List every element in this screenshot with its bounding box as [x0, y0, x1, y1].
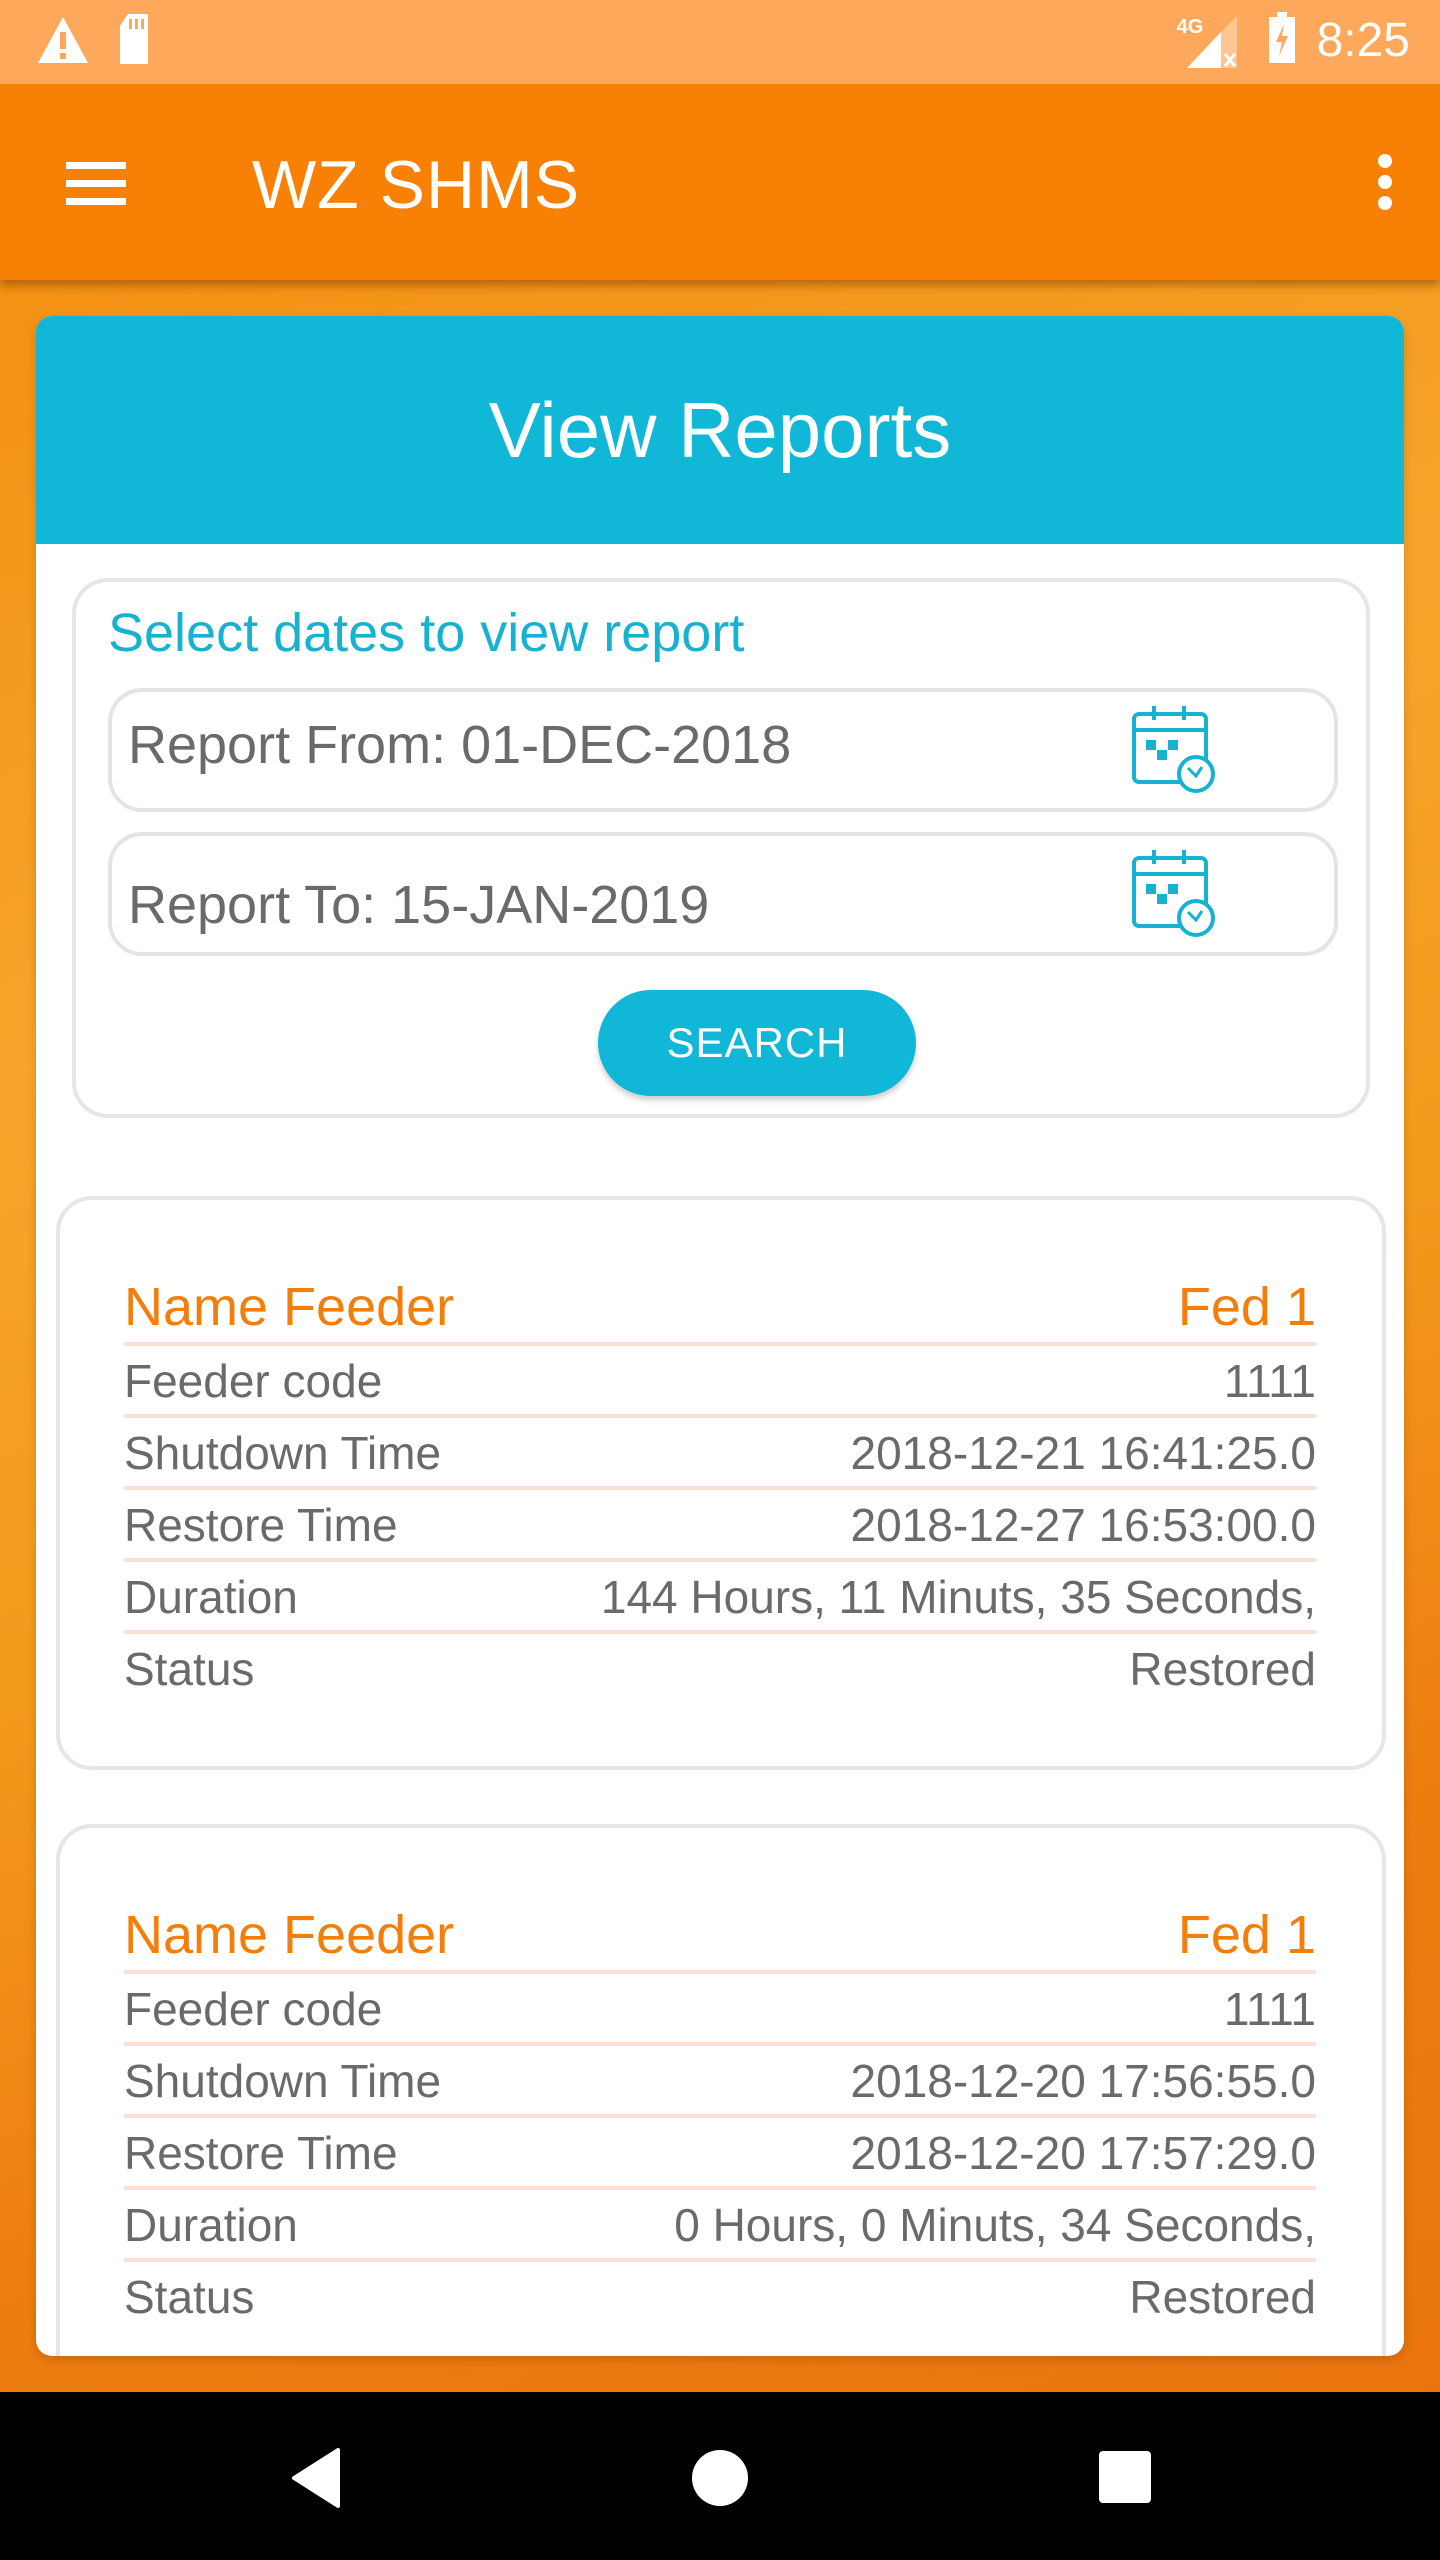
view-reports-card: View Reports Select dates to view report…	[36, 316, 1404, 2356]
row-divider	[124, 1558, 1316, 1562]
row-divider	[124, 2114, 1316, 2118]
restore-time-row: Restore Time 2018-12-20 17:57:29.0	[124, 2126, 1316, 2180]
row-label: Status	[124, 2271, 255, 2323]
warning-icon	[36, 15, 90, 70]
card-header: View Reports	[36, 316, 1404, 544]
report-to-value: Report To: 15-JAN-2019	[128, 875, 710, 935]
page-title: View Reports	[488, 385, 952, 474]
row-value: 1111	[1223, 1355, 1316, 1407]
shutdown-time-row: Shutdown Time 2018-12-20 17:56:55.0	[124, 2054, 1316, 2108]
date-panel-title: Select dates to view report	[108, 603, 745, 663]
row-value: 144 Hours, 11 Minuts, 35 Seconds,	[600, 1571, 1316, 1623]
more-vert-icon[interactable]	[1370, 154, 1400, 224]
row-divider	[124, 1414, 1316, 1418]
row-label: Status	[124, 1643, 255, 1695]
status-badge: Restored	[1129, 2271, 1316, 2323]
status-badge: Restored	[1129, 1643, 1316, 1695]
battery-charging-icon	[1268, 11, 1295, 69]
report-from-field[interactable]: Report From: 01-DEC-2018	[108, 688, 1338, 812]
row-divider	[124, 1970, 1316, 1974]
row-divider	[124, 1342, 1316, 1346]
feeder-name-label: Name Feeder	[124, 1905, 455, 1965]
date-selection-panel: Select dates to view report Report From:…	[72, 578, 1370, 1118]
row-label: Duration	[124, 2199, 298, 2251]
row-label: Duration	[124, 1571, 298, 1623]
row-divider	[124, 2186, 1316, 2190]
feeder-name-value: Fed 1	[1177, 1905, 1316, 1965]
feeder-name-value: Fed 1	[1177, 1277, 1316, 1337]
duration-row: Duration 0 Hours, 0 Minuts, 34 Seconds,	[124, 2198, 1316, 2252]
feeder-name-label: Name Feeder	[124, 1277, 455, 1337]
row-label: Feeder code	[124, 1355, 383, 1407]
row-label: Restore Time	[124, 1499, 398, 1551]
report-from-value: Report From: 01-DEC-2018	[128, 715, 792, 775]
sd-card-icon	[118, 14, 150, 71]
status-bar: 4G 8:25	[0, 0, 1440, 84]
recents-icon[interactable]	[1098, 2450, 1152, 2509]
signal-no-data-icon: 4G	[1177, 10, 1247, 70]
app-title: WZ SHMS	[252, 147, 581, 223]
back-icon[interactable]	[288, 2448, 344, 2513]
row-label: Shutdown Time	[124, 1427, 442, 1479]
clock: 8:25	[1316, 13, 1410, 67]
row-divider	[124, 2258, 1316, 2262]
row-value: 2018-12-20 17:57:29.0	[850, 2127, 1316, 2179]
calendar-clock-icon[interactable]	[1130, 848, 1220, 938]
restore-time-row: Restore Time 2018-12-27 16:53:00.0	[124, 1498, 1316, 1552]
row-value: 2018-12-27 16:53:00.0	[850, 1499, 1316, 1551]
hamburger-menu-icon[interactable]	[60, 156, 130, 208]
row-value: 2018-12-21 16:41:25.0	[850, 1427, 1316, 1479]
row-divider	[124, 1630, 1316, 1634]
row-label: Feeder code	[124, 1983, 383, 2035]
row-value: 0 Hours, 0 Minuts, 34 Seconds,	[674, 2199, 1316, 2251]
row-label: Restore Time	[124, 2127, 398, 2179]
shutdown-time-row: Shutdown Time 2018-12-21 16:41:25.0	[124, 1426, 1316, 1480]
feeder-name-row: Name Feeder Fed 1	[124, 1276, 1316, 1338]
status-row: Status Restored	[124, 2270, 1316, 2324]
report-card: Name Feeder Fed 1 Feeder code 1111 Shutd…	[56, 1824, 1386, 2356]
row-value: 2018-12-20 17:56:55.0	[850, 2055, 1316, 2107]
row-value: 1111	[1223, 1983, 1316, 2035]
feeder-code-row: Feeder code 1111	[124, 1354, 1316, 1408]
feeder-name-row: Name Feeder Fed 1	[124, 1904, 1316, 1966]
calendar-clock-icon[interactable]	[1130, 704, 1220, 794]
row-divider	[124, 1486, 1316, 1490]
row-divider	[124, 2042, 1316, 2046]
report-card: Name Feeder Fed 1 Feeder code 1111 Shutd…	[56, 1196, 1386, 1770]
duration-row: Duration 144 Hours, 11 Minuts, 35 Second…	[124, 1570, 1316, 1624]
app-bar: WZ SHMS	[0, 84, 1440, 280]
report-to-field[interactable]: Report To: 15-JAN-2019	[108, 832, 1338, 956]
system-nav-bar	[0, 2392, 1440, 2560]
home-icon[interactable]	[690, 2448, 750, 2513]
feeder-code-row: Feeder code 1111	[124, 1982, 1316, 2036]
row-label: Shutdown Time	[124, 2055, 442, 2107]
search-button[interactable]: SEARCH	[598, 990, 916, 1096]
status-row: Status Restored	[124, 1642, 1316, 1696]
